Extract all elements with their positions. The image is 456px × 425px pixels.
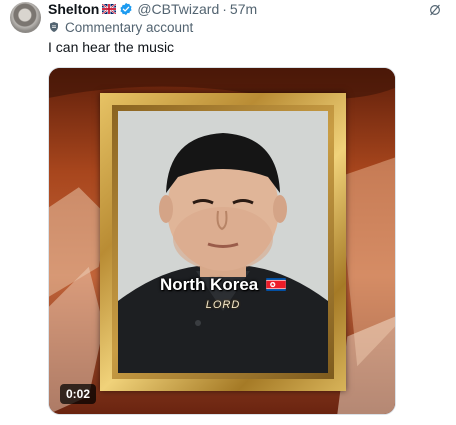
verified-badge-icon bbox=[120, 2, 132, 15]
video-caption-text: North Korea bbox=[160, 275, 259, 294]
gold-picture-frame: North Korea LORD bbox=[100, 93, 346, 391]
post-text: I can hear the music bbox=[48, 39, 175, 55]
north-korea-flag-icon bbox=[266, 278, 286, 291]
author-handle[interactable]: @CBTwizard bbox=[137, 1, 219, 17]
commentary-badge-icon bbox=[50, 22, 58, 32]
author-avatar[interactable] bbox=[10, 2, 41, 33]
grok-icon[interactable] bbox=[428, 3, 442, 17]
post-header: Shelton @CBTwizard · 57m bbox=[48, 0, 257, 17]
video-player[interactable]: North Korea LORD 0:02 bbox=[48, 67, 396, 415]
video-watermark: LORD bbox=[205, 299, 241, 311]
post-timestamp[interactable]: 57m bbox=[230, 1, 257, 17]
author-name[interactable]: Shelton bbox=[48, 1, 99, 17]
portrait-figure bbox=[118, 111, 328, 373]
video-timer: 0:02 bbox=[60, 384, 97, 404]
commentary-account-label: Commentary account bbox=[48, 18, 193, 36]
uk-flag-icon bbox=[102, 3, 117, 14]
video-caption: North Korea bbox=[118, 275, 328, 295]
portrait-image: North Korea LORD bbox=[118, 111, 328, 373]
commentary-label-text: Commentary account bbox=[65, 19, 194, 35]
separator-dot: · bbox=[222, 0, 227, 17]
